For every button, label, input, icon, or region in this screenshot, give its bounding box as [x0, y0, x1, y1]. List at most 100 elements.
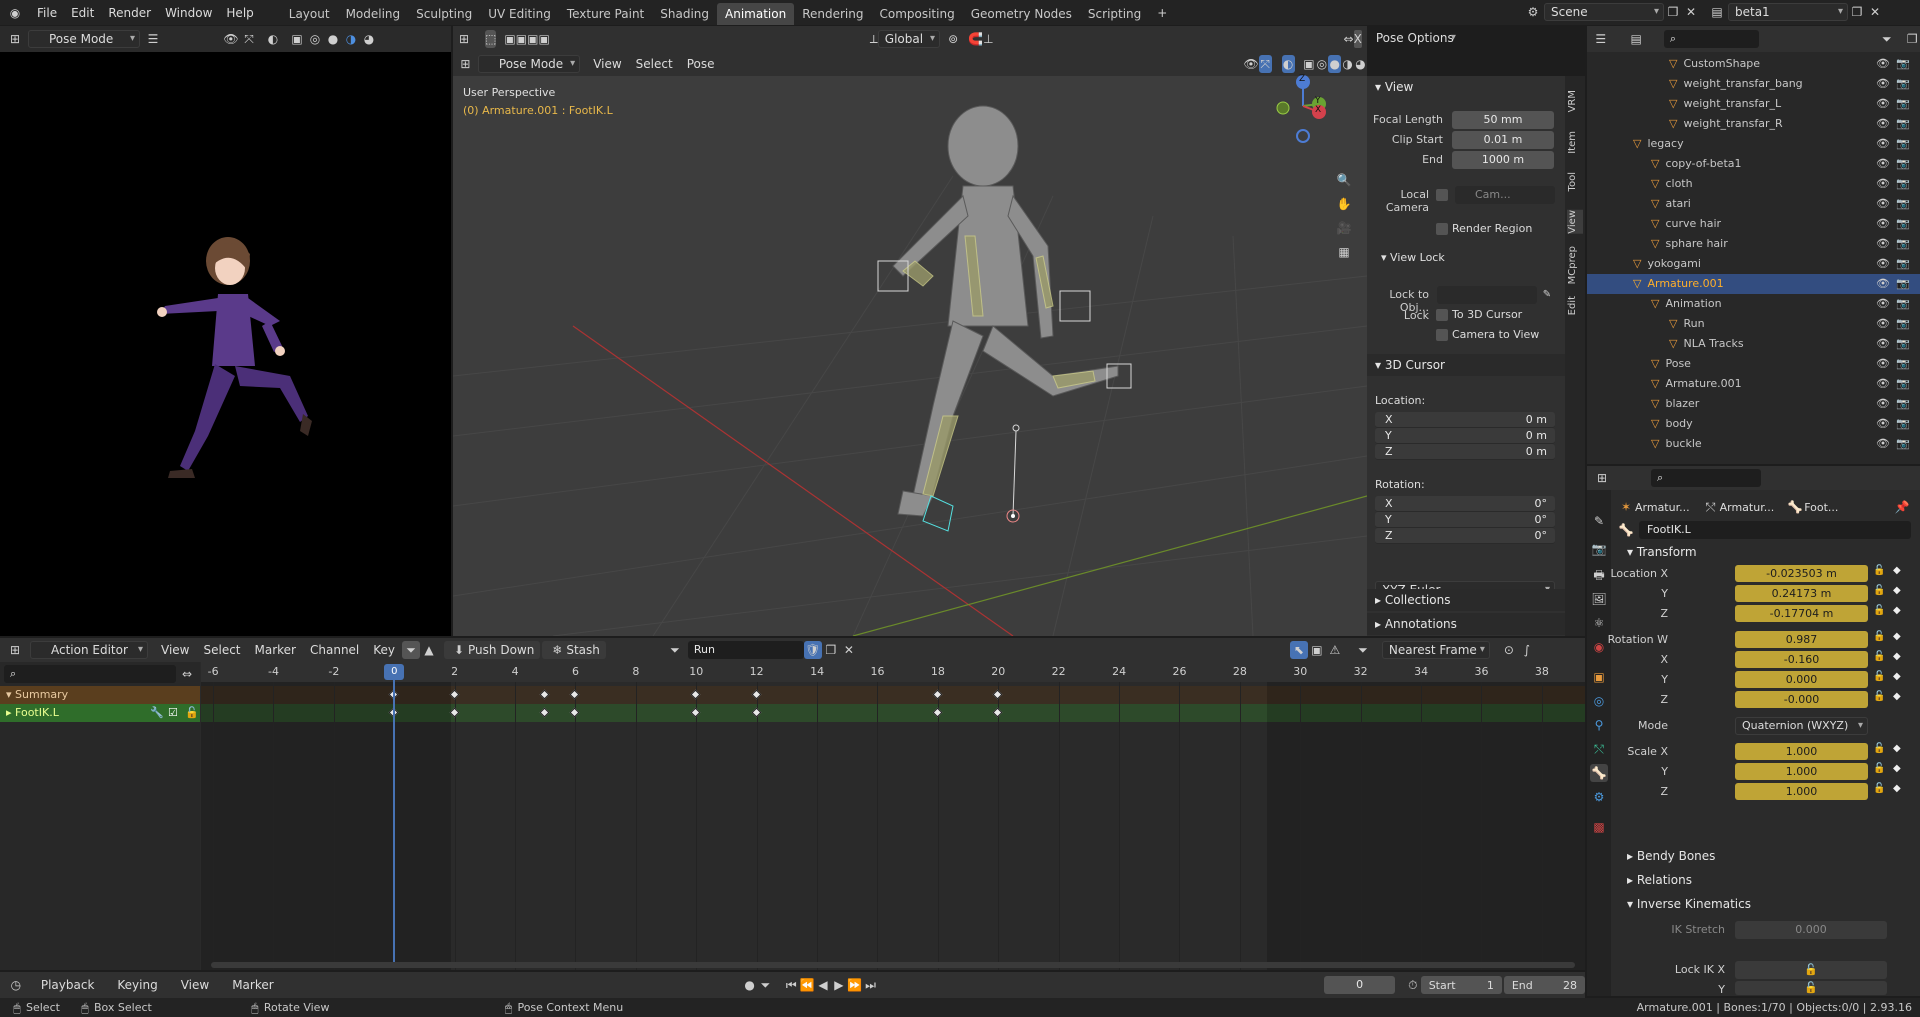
cursor-rot-z-field[interactable]: Z 0°: [1375, 528, 1555, 544]
visibility-eye-icon[interactable]: 👁: [1876, 334, 1890, 354]
camera-to-view-checkbox[interactable]: [1436, 329, 1448, 341]
keyframe-diamond-icon[interactable]: ◆: [1893, 565, 1901, 576]
record-icon[interactable]: ●: [742, 976, 758, 994]
npanel-tab-view[interactable]: View: [1567, 210, 1583, 234]
location-z-field[interactable]: -0.17704 m: [1735, 605, 1868, 622]
action-menu-select[interactable]: Select: [196, 640, 247, 660]
outliner-row[interactable]: ▽ atari 👁 📷: [1587, 194, 1920, 214]
annotations-panel-header[interactable]: ▸ Annotations: [1367, 613, 1565, 635]
tab-modeling[interactable]: Modeling: [338, 3, 409, 25]
camera-viewport[interactable]: ⊞ Pose Mode ☰ 👁 ⤧ ◐ ▣ ◎ ● ◑ ◕: [0, 26, 451, 636]
mute-checkbox-icon[interactable]: ☑: [168, 704, 178, 722]
tab-uv-editing[interactable]: UV Editing: [480, 3, 559, 25]
to-3d-cursor-checkbox[interactable]: [1436, 309, 1448, 321]
solid-shading-icon[interactable]: ●: [324, 30, 342, 48]
visibility-eye-icon[interactable]: 👁: [1876, 274, 1890, 294]
outliner-row[interactable]: ▽ blazer 👁 📷: [1587, 394, 1920, 414]
orientation-icon[interactable]: ⟂: [870, 30, 878, 48]
render-camera-icon[interactable]: 📷: [1896, 394, 1910, 414]
tab-shading[interactable]: Shading: [652, 3, 717, 25]
menu-help[interactable]: Help: [219, 3, 260, 23]
scale-z-field[interactable]: 1.000: [1735, 783, 1868, 800]
visibility-eye-icon[interactable]: 👁: [1876, 414, 1890, 434]
visibility-icon[interactable]: 👁: [1244, 55, 1259, 73]
visibility-eye-icon[interactable]: 👁: [1876, 74, 1890, 94]
outliner-row[interactable]: ▽ Armature.001 👁 📷: [1587, 274, 1920, 294]
action-editor-mode[interactable]: Action Editor: [30, 641, 148, 659]
npanel-tab-item[interactable]: Item: [1567, 131, 1583, 154]
close-layer-icon[interactable]: ✕: [1866, 3, 1884, 21]
visibility-eye-icon[interactable]: 👁: [1876, 174, 1890, 194]
keyframe-diamond-icon[interactable]: ◆: [1893, 691, 1901, 702]
render-camera-icon[interactable]: 📷: [1896, 414, 1910, 434]
cursor-loc-x-field[interactable]: X 0 m: [1375, 412, 1555, 428]
overlay-toggle-icon[interactable]: ◐: [1281, 55, 1295, 73]
outliner-search[interactable]: ⌕: [1663, 30, 1760, 48]
pin-icon[interactable]: 📌: [1893, 498, 1911, 516]
clip-start-field[interactable]: 0.01 m: [1452, 131, 1554, 149]
xray-toggle-icon[interactable]: ▣: [1303, 55, 1316, 73]
tab-layout[interactable]: Layout: [281, 3, 338, 25]
action-name-field[interactable]: Run: [687, 641, 804, 659]
select-extend-icon[interactable]: ▣: [516, 30, 527, 48]
play-icon[interactable]: ▶: [831, 976, 847, 994]
render-camera-icon[interactable]: 📷: [1896, 354, 1910, 374]
lock-ik-x-toggle[interactable]: 🔓: [1735, 961, 1887, 979]
viewport-menu-select[interactable]: Select: [629, 54, 680, 74]
material-shading-icon[interactable]: ◑: [342, 30, 360, 48]
scene-icon[interactable]: ⚙: [1524, 3, 1542, 21]
playhead[interactable]: 0: [384, 664, 405, 968]
frame-ruler[interactable]: -6-4-20246810121416182022242628303234363…: [201, 662, 1585, 682]
rotation-y-field[interactable]: 0.000: [1735, 671, 1868, 688]
render-camera-icon[interactable]: 📷: [1896, 74, 1910, 94]
falloff-icon[interactable]: ∫: [1518, 641, 1536, 659]
rotation-w-field[interactable]: 0.987: [1735, 631, 1868, 648]
play-reverse-icon[interactable]: ◀: [815, 976, 831, 994]
keyframe-diamond-icon[interactable]: ◆: [1893, 585, 1901, 596]
render-camera-icon[interactable]: 📷: [1896, 174, 1910, 194]
keying-set-icon[interactable]: ⏷: [758, 976, 774, 994]
visibility-eye-icon[interactable]: 👁: [1876, 134, 1890, 154]
mirror-x-icon[interactable]: X: [1353, 30, 1362, 48]
end-frame-field[interactable]: End 28: [1503, 976, 1585, 994]
add-workspace-icon[interactable]: +: [1153, 4, 1171, 22]
render-camera-icon[interactable]: 📷: [1896, 154, 1910, 174]
wire-shading-icon[interactable]: ◎: [1315, 55, 1328, 73]
cursor-loc-z-field[interactable]: Z 0 m: [1375, 444, 1555, 460]
timeline-menu-playback[interactable]: Playback: [34, 975, 111, 995]
clip-end-field[interactable]: 1000 m: [1452, 151, 1554, 169]
editor-type-icon[interactable]: ⊞: [6, 30, 24, 48]
cursor-rot-y-field[interactable]: Y 0°: [1375, 512, 1555, 528]
outliner-row[interactable]: ▽ body 👁 📷: [1587, 414, 1920, 434]
render-camera-icon[interactable]: 📷: [1896, 114, 1910, 134]
scale-x-field[interactable]: 1.000: [1735, 743, 1868, 760]
camera-view-icon[interactable]: 🎥: [1335, 219, 1353, 237]
outliner-row[interactable]: ▽ Animation 👁 📷: [1587, 294, 1920, 314]
main-mode-select[interactable]: Pose Mode: [477, 55, 581, 73]
bendy-bones-header[interactable]: ▸ Bendy Bones: [1627, 849, 1715, 863]
navigation-gizmo[interactable]: Z Y X: [1275, 74, 1335, 158]
rotation-z-field[interactable]: -0.000: [1735, 691, 1868, 708]
overlay-icon[interactable]: ◐: [264, 30, 282, 48]
visibility-eye-icon[interactable]: 👁: [1876, 94, 1890, 114]
close-scene-icon[interactable]: ✕: [1682, 3, 1700, 21]
editor-type-icon[interactable]: ⊞: [459, 30, 469, 48]
tab-geometry-nodes[interactable]: Geometry Nodes: [963, 3, 1080, 25]
main-viewport[interactable]: ⊞ ⬚ ▣ ▣ ▣ ▣ ⟂ Global ⊚ 🧲 ⊥ ⇔ X Pose Opti…: [453, 26, 1456, 636]
select-new-icon[interactable]: ▣: [504, 30, 515, 48]
snap-target-icon[interactable]: ⊥: [983, 30, 993, 48]
lock-icon[interactable]: 🔓: [1873, 585, 1885, 596]
render-region-checkbox[interactable]: [1436, 223, 1448, 235]
menu-edit[interactable]: Edit: [64, 3, 101, 23]
editor-type-icon[interactable]: ⊞: [6, 641, 24, 659]
xray-icon[interactable]: ▣: [288, 30, 306, 48]
lock-icon[interactable]: 🔓: [1873, 565, 1885, 576]
menu-render[interactable]: Render: [101, 3, 158, 23]
mirror-icon[interactable]: ⇔: [1344, 30, 1354, 48]
summary-channel[interactable]: ▾ Summary: [0, 686, 200, 704]
timeline-menu-view[interactable]: View: [174, 975, 225, 995]
view-layer-icon[interactable]: ▤: [1708, 3, 1726, 21]
current-frame-field[interactable]: 0: [1324, 976, 1395, 994]
stopwatch-icon[interactable]: ⏱: [1405, 976, 1421, 994]
focal-length-field[interactable]: 50 mm: [1452, 111, 1554, 129]
